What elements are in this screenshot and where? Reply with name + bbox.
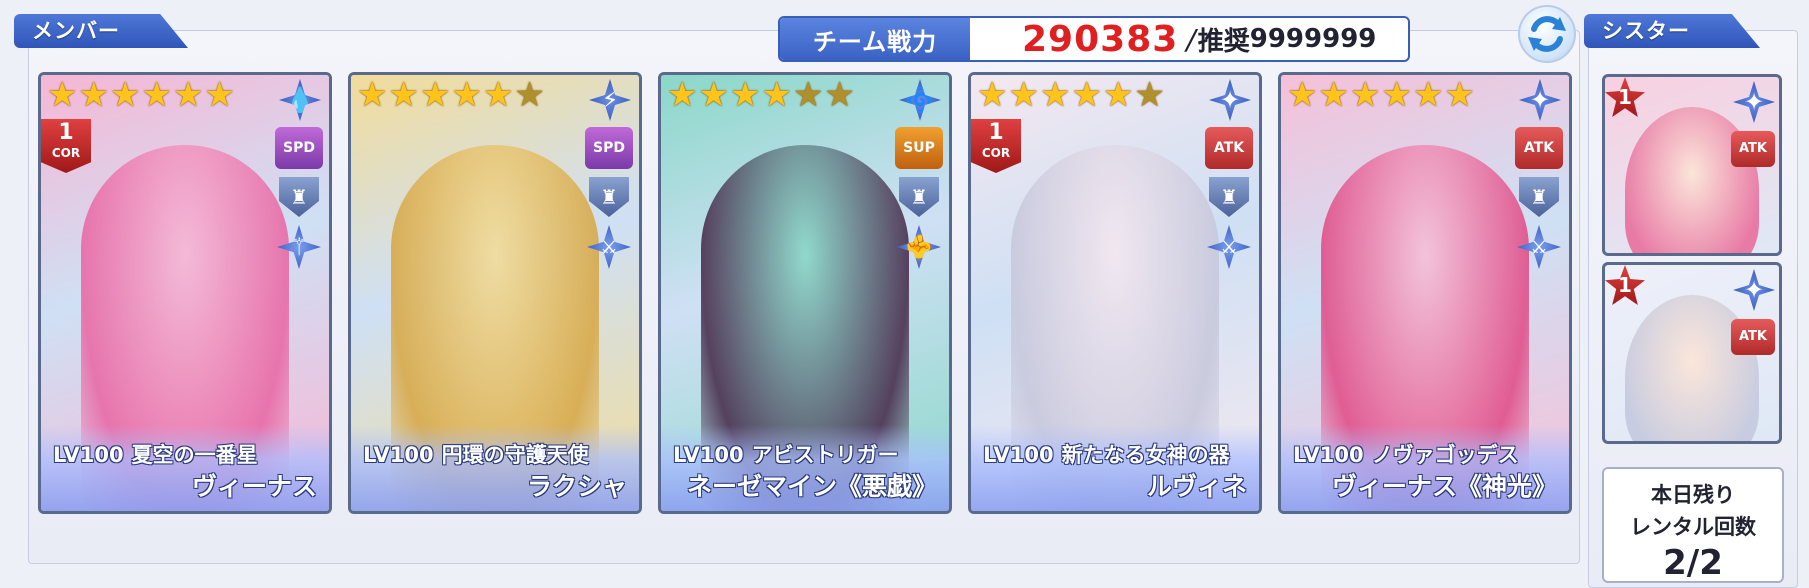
star-icon: ★	[1381, 75, 1412, 115]
character-name: ヴィーナス《神光》	[1331, 472, 1557, 501]
character-name: ヴィーナス	[191, 472, 317, 501]
sister-portrait	[1625, 295, 1759, 441]
star-icon: ★	[141, 75, 172, 115]
star-icon: ★	[1134, 75, 1165, 115]
sister-rank-badge: 1	[1605, 77, 1645, 117]
rental-line1: 本日残り	[1651, 483, 1735, 507]
member-card[interactable]: ★ ★ ★ ★ ★ ★ 🌀 SUP ♜ ✊ LV100 アビストリガー ネーゼマイン《悪戯》	[658, 72, 952, 514]
cor-level: 1	[988, 120, 1004, 145]
rental-count: 2/2	[1663, 543, 1723, 583]
star-icon: ★	[761, 75, 792, 115]
character-name: ルヴィネ	[1146, 472, 1247, 501]
star-icon: ★	[1287, 75, 1318, 115]
cor-label: COR	[981, 146, 1011, 160]
star-icon: ★	[1008, 75, 1039, 115]
star-icon: ★	[451, 75, 482, 115]
character-title: 夏空の一番星	[131, 443, 258, 467]
star-icon: ★	[109, 75, 141, 115]
sister-tab: シスター	[1584, 14, 1760, 48]
star-icon: ★	[1412, 75, 1444, 115]
rarity-stars: ★ ★ ★ ★ ★ ★	[47, 77, 235, 113]
rental-line2: レンタル回数	[1630, 515, 1756, 539]
cor-badge: 1 COR	[971, 119, 1021, 173]
character-title: 新たなる女神の器	[1061, 443, 1230, 467]
star-icon: ★	[388, 75, 419, 115]
star-icon: ★	[1318, 75, 1349, 115]
member-card[interactable]: ★ ★ ★ ★ ★ ★ ⚡ SPD ♜ ⚔ LV100 円環の守護天使 ラクシャ	[348, 72, 642, 514]
member-tab: メンバー	[14, 14, 188, 48]
recommended-value: 9999999	[1249, 24, 1377, 54]
team-power-box: チーム戦力 290383 / 推奨 9999999	[778, 16, 1410, 62]
star-icon: ★	[1349, 75, 1381, 115]
star-icon: ★	[1444, 75, 1475, 115]
star-icon: ★	[204, 75, 235, 115]
sister-card[interactable]: 1 ✦ ATK	[1602, 262, 1782, 444]
star-icon: ★	[792, 75, 824, 115]
level-title-line: LV100 ノヴァゴッデス	[1293, 439, 1559, 469]
character-title: ノヴァゴッデス	[1371, 443, 1519, 467]
attack-icon: ATK	[1205, 127, 1253, 169]
team-power-value: 290383	[1022, 18, 1179, 60]
cor-label: COR	[51, 146, 81, 160]
member-card[interactable]: ★ ★ ★ ★ ★ ★ ✦ 1 COR ATK ♜ ⚔ LV100 新たなる女神の器 ルヴィネ	[968, 72, 1262, 514]
cor-badge: 1 COR	[41, 119, 91, 173]
star-icon: ★	[1071, 75, 1102, 115]
star-icon: ★	[47, 75, 78, 115]
character-name: ラクシャ	[526, 472, 627, 501]
character-name: ネーゼマイン《悪戯》	[686, 472, 937, 501]
rarity-stars: ★ ★ ★ ★ ★ ★	[1287, 77, 1475, 113]
star-icon: ★	[78, 75, 109, 115]
character-title: 円環の守護天使	[441, 443, 589, 467]
rarity-stars: ★ ★ ★ ★ ★ ★	[977, 77, 1165, 113]
character-title: アビストリガー	[751, 443, 899, 467]
star-icon: ★	[698, 75, 729, 115]
member-card[interactable]: ★ ★ ★ ★ ★ ★ ✦ ATK ♜ ⚔ LV100 ノヴァゴッデス ヴィーナス《神光》	[1278, 72, 1572, 514]
star-icon: ★	[357, 75, 388, 115]
level-title-line: LV100 新たなる女神の器	[983, 439, 1249, 469]
star-icon: ★	[172, 75, 204, 115]
cor-level: 1	[58, 120, 74, 145]
team-power-label: チーム戦力	[780, 18, 970, 60]
attack-icon: ATK	[1731, 319, 1775, 355]
rarity-stars: ★ ★ ★ ★ ★ ★	[357, 77, 545, 113]
star-icon: ★	[1102, 75, 1134, 115]
recommended-label: 推奨	[1197, 26, 1250, 57]
sister-rank-badge: 1	[1605, 265, 1645, 305]
refresh-button[interactable]	[1518, 5, 1576, 63]
sister-card[interactable]: 1 ✦ ATK	[1602, 74, 1782, 256]
star-icon: ★	[667, 75, 698, 115]
star-icon: ★	[482, 75, 514, 115]
light-icon: ✦	[1733, 81, 1775, 123]
star-icon: ★	[514, 75, 545, 115]
level-label: LV100	[363, 443, 434, 467]
support-icon: SUP	[895, 127, 943, 169]
level-label: LV100	[53, 443, 124, 467]
star-icon: ★	[977, 75, 1008, 115]
rarity-stars: ★ ★ ★ ★ ★ ★	[667, 77, 855, 113]
light-icon: ✦	[1733, 269, 1775, 311]
level-title-line: LV100 アビストリガー	[673, 439, 939, 469]
star-icon: ★	[729, 75, 761, 115]
member-card[interactable]: ★ ★ ★ ★ ★ ★ 💧 1 COR SPD ♜ ⚚ LV100 夏空の一番星 ヴィーナス	[38, 72, 332, 514]
level-title-line: LV100 円環の守護天使	[363, 439, 629, 469]
star-icon: ★	[419, 75, 451, 115]
level-label: LV100	[983, 443, 1054, 467]
speed-boot-icon: SPD	[585, 127, 633, 169]
level-label: LV100	[673, 443, 744, 467]
level-label: LV100	[1293, 443, 1364, 467]
attack-icon: ATK	[1731, 131, 1775, 167]
attack-icon: ATK	[1515, 127, 1563, 169]
rental-count-box: 本日残り レンタル回数 2/2	[1602, 467, 1784, 583]
level-title-line: LV100 夏空の一番星	[53, 439, 319, 469]
power-separator: /	[1186, 22, 1196, 56]
refresh-icon	[1528, 16, 1566, 52]
star-icon: ★	[1039, 75, 1071, 115]
sister-portrait	[1625, 107, 1759, 253]
speed-boot-icon: SPD	[275, 127, 323, 169]
star-icon: ★	[824, 75, 855, 115]
